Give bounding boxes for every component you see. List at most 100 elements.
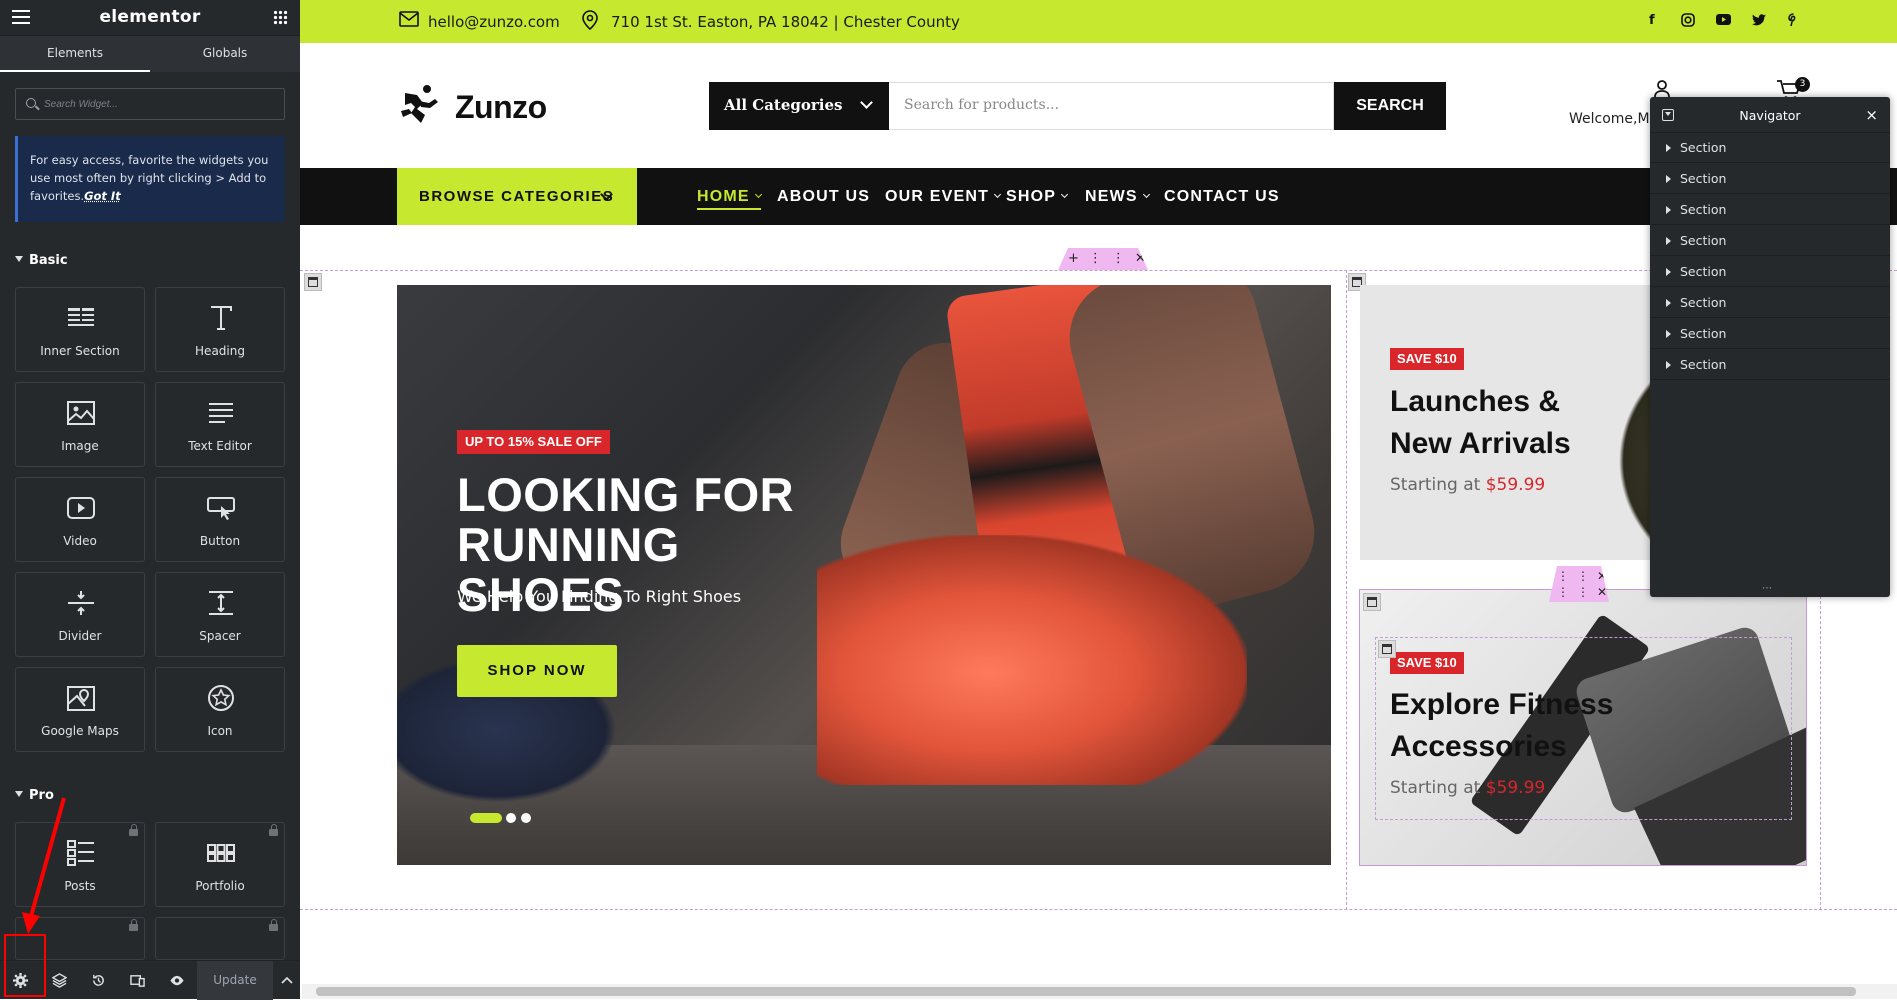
got-it-link[interactable]: Got It [84,189,121,203]
tip-text: For easy access, favorite the widgets yo… [30,153,269,203]
nav-item-shop[interactable]: SHOP [1006,168,1069,225]
tab-elements[interactable]: Elements [0,36,150,72]
favorites-tip: For easy access, favorite the widgets yo… [15,136,285,222]
navigator-item[interactable]: Section [1650,257,1890,287]
product-search-input[interactable]: Search for products... [889,82,1334,130]
card-title-line2: New Arrivals [1390,427,1571,460]
widget-image[interactable]: Image [15,382,145,467]
brand-logo[interactable]: Zunzo [397,83,547,127]
close-icon[interactable]: × [1865,106,1878,124]
category-pro[interactable]: Pro [15,788,54,803]
widget-icon[interactable]: Icon [155,667,285,752]
column-edit-icon[interactable] [1378,640,1396,658]
save-badge: SAVE $10 [1390,348,1464,370]
sale-badge: UP TO 15% SALE OFF [457,430,610,454]
search-icon [26,98,36,108]
inner-section-icon [68,308,94,326]
top-email[interactable]: hello@zunzo.com [428,13,560,31]
chevron-down-icon [754,190,762,199]
chevron-down-icon [994,190,1002,199]
scrollbar-thumb[interactable] [316,987,1856,996]
star-icon [208,685,234,711]
widget-button[interactable]: Button [155,477,285,562]
nav-item-contact-us[interactable]: CONTACT US [1164,168,1280,225]
youtube-icon[interactable] [1716,14,1731,25]
facebook-icon[interactable]: f [1649,13,1655,28]
navigator-header: Navigator × [1650,97,1890,133]
column-edit-icon[interactable] [1363,593,1381,611]
lock-icon [269,824,278,836]
card-price: Starting at $59.99 [1390,475,1545,495]
navigator-item[interactable]: Section [1650,319,1890,349]
nav-item-our-event[interactable]: OUR EVENT [885,168,1002,225]
column-edit-icon[interactable] [304,273,322,291]
history-button[interactable] [79,961,118,1000]
widget-label: Button [199,534,241,548]
category-select-value: All Categories [724,96,843,114]
inner-section-handle[interactable]: ⋮⋮✕ ⋮⋮✕ [1549,566,1609,602]
top-address: 710 1st St. Easton, PA 18042 | Chester C… [611,13,960,31]
browse-categories-button[interactable]: BROWSE CATEGORIES [397,168,637,225]
navigator-item[interactable]: Section [1650,133,1890,163]
navigator-item[interactable]: Section [1650,164,1890,194]
navigator-item[interactable]: Section [1650,195,1890,225]
category-select[interactable]: All Categories [709,82,889,130]
widget-label: Portfolio [195,879,245,893]
instagram-icon[interactable] [1681,13,1695,27]
category-basic[interactable]: Basic [15,253,68,268]
widget-label: Text Editor [188,439,252,453]
slider-dot[interactable] [506,813,516,823]
update-button[interactable]: Update [197,961,273,1000]
nav-item-news[interactable]: NEWS [1085,168,1150,225]
nav-label: OUR EVENT [885,188,990,205]
twitter-icon[interactable] [1752,14,1766,26]
nav-item-home[interactable]: HOME [697,168,762,225]
navigator-item[interactable]: Section [1650,226,1890,256]
nav-label: NEWS [1085,188,1138,205]
history-icon [93,974,104,986]
browse-label: BROWSE CATEGORIES [419,188,615,205]
video-icon [67,497,95,519]
nav-label: CONTACT US [1164,188,1280,205]
navigator-title: Navigator [1739,108,1801,123]
price-prefix: Starting at [1390,475,1481,495]
navigator-item[interactable]: Section [1650,350,1890,380]
panel-tabs: Elements Globals [0,36,300,72]
widget-posts[interactable]: Posts [15,822,145,907]
widget-search-input[interactable] [44,89,274,119]
section-handle[interactable]: +⋮⋮✕ [1058,248,1148,270]
widget-pro-partial[interactable] [155,917,285,960]
widget-video[interactable]: Video [15,477,145,562]
resize-handle[interactable]: ⋯ [1762,583,1773,594]
navigator-panel: Navigator × Section Section Section Sect… [1650,97,1890,597]
hero-title-line1: LOOKING FOR [457,468,795,521]
widget-divider[interactable]: Divider [15,572,145,657]
navigator-item[interactable]: Section [1650,288,1890,318]
widgets-grid-icon[interactable] [273,10,288,25]
nav-label: HOME [697,188,750,205]
tab-globals[interactable]: Globals [150,36,300,72]
pinterest-icon[interactable] [1788,13,1799,27]
widget-heading[interactable]: Heading [155,287,285,372]
save-options-button[interactable] [273,961,300,1000]
devices-icon [130,975,145,987]
slider-dot-active[interactable] [470,813,502,823]
search-button[interactable]: SEARCH [1334,82,1446,130]
widget-inner-section[interactable]: Inner Section [15,287,145,372]
shop-now-button[interactable]: SHOP NOW [457,645,617,697]
responsive-button[interactable] [118,961,157,1000]
lock-icon [129,824,138,836]
user-icon[interactable] [1654,80,1670,98]
preview-button[interactable] [157,961,196,1000]
chevron-up-icon [281,976,293,984]
nav-item-about-us[interactable]: ABOUT US [777,168,870,225]
widget-google-maps[interactable]: Google Maps [15,667,145,752]
widget-search[interactable] [15,88,285,120]
slider-dot[interactable] [521,813,531,823]
widget-spacer[interactable]: Spacer [155,572,285,657]
widget-portfolio[interactable]: Portfolio [155,822,285,907]
button-icon [207,497,235,520]
welcome-text[interactable]: Welcome,M [1569,111,1650,127]
widget-text-editor[interactable]: Text Editor [155,382,285,467]
horizontal-scrollbar[interactable] [302,984,1897,999]
